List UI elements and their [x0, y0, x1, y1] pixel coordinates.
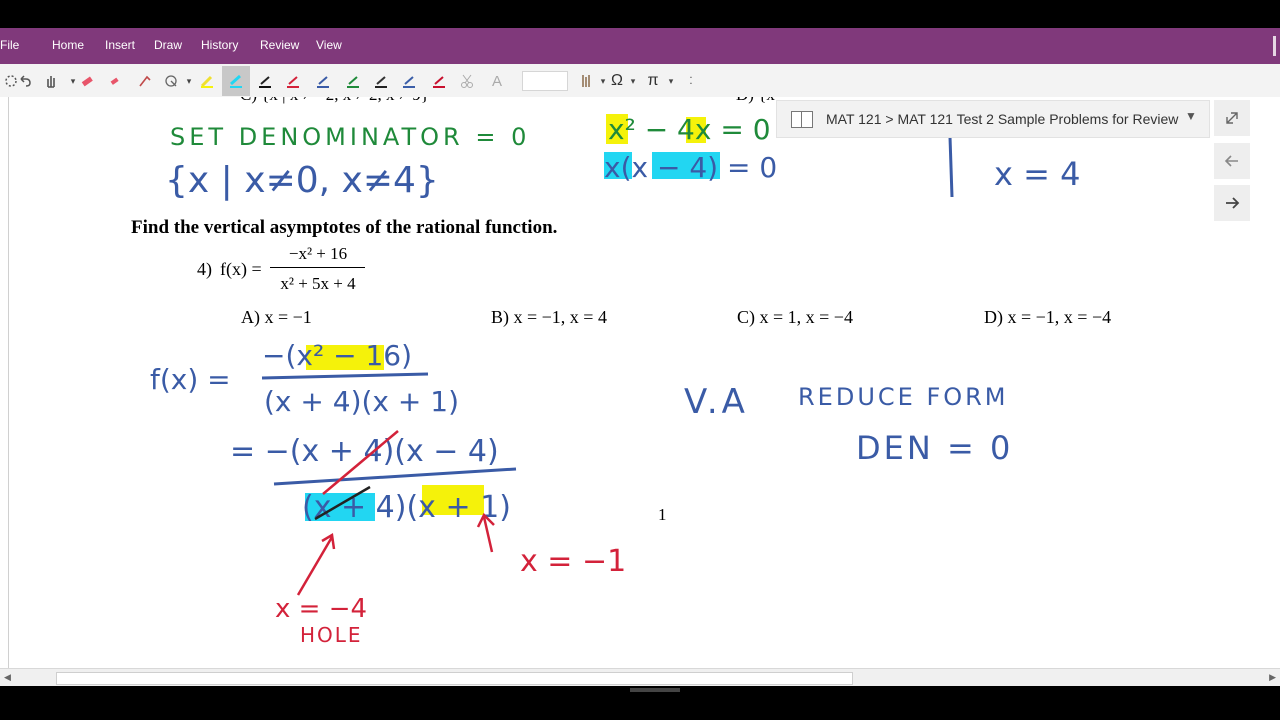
notebook-breadcrumb[interactable]: MAT 121 > MAT 121 Test 2 Sample Problems…	[776, 100, 1210, 138]
ribbon-scroll-indicator	[1273, 36, 1276, 56]
note-asymptote: x = −1	[520, 544, 626, 579]
pen-black-icon[interactable]	[254, 70, 276, 92]
note-eq1: x² − 4x = 0	[608, 113, 771, 146]
tab-draw[interactable]: Draw	[154, 38, 182, 52]
note-fraction-bar-2	[273, 467, 517, 486]
eraser-icon[interactable]	[76, 70, 98, 92]
note-hole-word: HOLE	[300, 623, 363, 647]
pen-red-icon[interactable]	[282, 70, 304, 92]
lasso-select-icon[interactable]	[134, 70, 156, 92]
chevron-down-icon[interactable]: ▾	[622, 70, 644, 92]
arrow-to-hole	[296, 532, 336, 596]
divider-stroke	[948, 136, 954, 198]
note-domain-set: {x | x≠0, x≠4}	[165, 160, 439, 201]
window-bottom-bar	[0, 686, 1280, 720]
small-eraser-icon[interactable]	[104, 70, 126, 92]
scroll-left-icon[interactable]: ◀	[4, 672, 11, 683]
draw-toolbar: ▾ ▾ A ▾ Ω ▾ π ▾ ⁚	[0, 64, 1280, 98]
note-reduce-form: REDUCE FORM	[798, 383, 1009, 411]
notebook-icon	[791, 111, 813, 128]
scroll-right-icon[interactable]: ▶	[1269, 672, 1276, 683]
ribbon-tab-bar: File Home Insert Draw History Review Vie…	[0, 28, 1280, 64]
forward-arrow-icon[interactable]	[1214, 185, 1250, 221]
note-page[interactable]: C) {x | x ≠ −2, x ≠ 2, x ≠ 9} D) {x Find…	[0, 97, 1280, 668]
note-hole-value: x = −4	[275, 594, 367, 624]
note-fraction-bar-1	[261, 372, 429, 380]
highlighter-yellow-icon[interactable]	[196, 70, 218, 92]
pan-hand-icon[interactable]	[40, 70, 62, 92]
pen-dark-icon[interactable]	[370, 70, 392, 92]
breadcrumb-text: MAT 121 > MAT 121 Test 2 Sample Problems…	[826, 111, 1179, 127]
chevron-down-icon[interactable]: ▾	[660, 70, 682, 92]
note-eq-numerator: = −(x + 4)(x − 4)	[230, 434, 499, 469]
undo-icon[interactable]	[14, 70, 36, 92]
note-set-denominator: SET DENOMINATOR = 0	[170, 123, 530, 151]
tab-file[interactable]: File	[0, 38, 19, 52]
more-options-icon[interactable]: ⁚	[680, 70, 702, 92]
font-size-field[interactable]	[522, 71, 568, 91]
chevron-down-icon[interactable]: ▼	[1185, 109, 1197, 123]
tab-insert[interactable]: Insert	[105, 38, 135, 52]
tab-view[interactable]: View	[316, 38, 342, 52]
pen-blue-icon[interactable]	[312, 70, 334, 92]
note-eq2: x(x − 4) = 0	[604, 151, 777, 184]
resize-handle[interactable]	[630, 688, 680, 692]
tab-home[interactable]: Home	[52, 38, 84, 52]
note-x-equals-4: x = 4	[994, 155, 1080, 193]
scrollbar-thumb[interactable]	[56, 672, 853, 685]
font-color-icon[interactable]: A	[486, 70, 508, 92]
tab-history[interactable]: History	[201, 38, 238, 52]
back-arrow-icon[interactable]	[1214, 143, 1250, 179]
expand-icon[interactable]	[1214, 100, 1250, 136]
ink-layer: SET DENOMINATOR = 0 {x | x≠0, x≠4} x² − …	[150, 113, 1080, 647]
highlighter-cyan-icon[interactable]	[222, 66, 250, 96]
pen-crimson-icon[interactable]	[428, 70, 450, 92]
note-fx-label: f(x) =	[150, 363, 231, 396]
pen-green-icon[interactable]	[342, 70, 364, 92]
note-va: V.A	[684, 382, 749, 422]
horizontal-scrollbar[interactable]: ◀ ▶	[0, 668, 1280, 687]
note-fx-denominator: (x + 4)(x + 1)	[264, 385, 459, 418]
tab-review[interactable]: Review	[260, 38, 299, 52]
cut-icon[interactable]	[456, 70, 478, 92]
pen-navy-icon[interactable]	[398, 70, 420, 92]
note-fx-numerator: −(x² − 16)	[262, 339, 412, 372]
note-den-zero: DEN = 0	[856, 429, 1013, 467]
